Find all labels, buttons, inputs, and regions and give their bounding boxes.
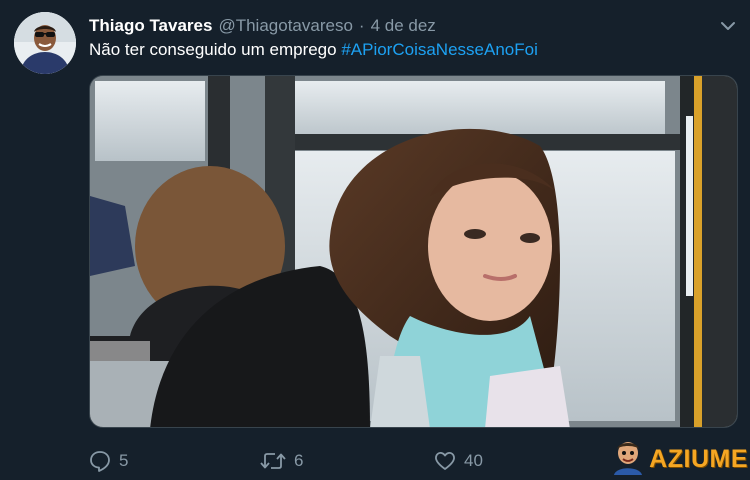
heart-icon [434,450,456,472]
reply-button[interactable]: 5 [89,450,260,472]
chevron-down-icon[interactable] [718,16,738,36]
tweet-header: Thiago Tavares @Thiagotavareso · 4 de de… [89,14,436,38]
author-handle[interactable]: @Thiagotavareso [218,16,352,36]
tweet-body: Não ter conseguido um emprego [89,40,342,59]
reply-icon [89,450,111,472]
hashtag-link[interactable]: #APiorCoisaNesseAnoFoi [341,40,538,59]
watermark: AZIUME [611,440,748,478]
separator-dot: · [358,16,365,35]
tweet-media[interactable] [89,75,738,428]
watermark-mascot-icon [611,439,645,480]
avatar[interactable] [14,12,76,74]
author-name[interactable]: Thiago Tavares [89,16,212,36]
avatar-photo [14,12,76,74]
like-button[interactable]: 40 [434,450,483,472]
media-photo [90,76,737,427]
retweet-icon [260,450,286,472]
retweet-count: 6 [294,451,304,470]
tweet-date[interactable]: 4 de dez [371,16,436,36]
reply-count: 5 [119,451,129,470]
like-count: 40 [464,451,483,470]
retweet-button[interactable]: 6 [260,450,434,472]
tweet-actions: 5 6 40 [89,448,483,474]
tweet-text: Não ter conseguido um emprego #APiorCois… [89,40,538,60]
watermark-text: AZIUME [649,444,748,473]
